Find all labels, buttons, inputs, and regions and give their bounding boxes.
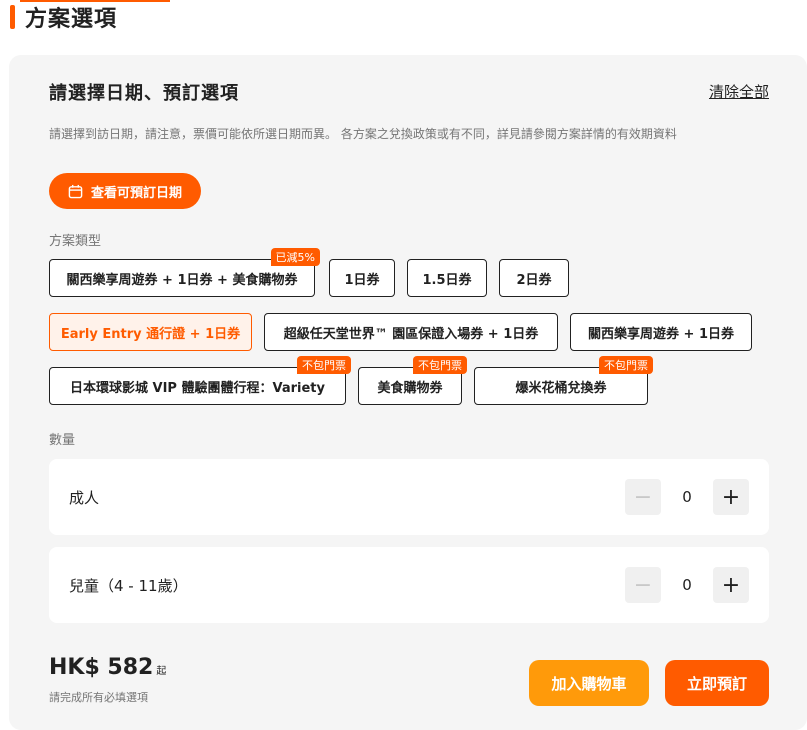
title-accent-bar bbox=[10, 5, 15, 29]
clear-all-link[interactable]: 清除全部 bbox=[709, 81, 769, 102]
increase-button[interactable]: + bbox=[713, 567, 749, 603]
no-ticket-badge: 不包門票 bbox=[297, 356, 351, 374]
discount-badge: 已減5% bbox=[270, 248, 320, 266]
plan-option-1day[interactable]: 1日券 bbox=[329, 259, 395, 297]
section-title-text: 方案選項 bbox=[25, 7, 118, 32]
no-ticket-badge: 不包門票 bbox=[599, 356, 653, 374]
section-title: 方案選項 bbox=[10, 2, 117, 32]
price-note: 請完成所有必填選項 bbox=[49, 691, 148, 704]
options-panel: 請選擇日期、預訂選項 清除全部 請選擇到訪日期，請注意，票價可能依所選日期而異。… bbox=[9, 55, 807, 730]
quantity-label: 數量 bbox=[49, 433, 76, 448]
quantity-stepper: − 0 + bbox=[625, 567, 749, 603]
quantity-row-label: 兒童（4 - 11歲） bbox=[69, 576, 188, 595]
plan-option-kansai-pass-1day-dining[interactable]: 關西樂享周遊券 + 1日券 + 美食購物券 已減5% bbox=[49, 248, 320, 297]
plan-option-vip-tour[interactable]: 日本環球影城 VIP 體驗團體行程：Variety 不包門票 bbox=[49, 356, 351, 405]
no-ticket-badge: 不包門票 bbox=[413, 356, 467, 374]
panel-heading: 請選擇日期、預訂選項 bbox=[49, 83, 239, 104]
quantity-row-child: 兒童（4 - 11歲） − 0 + bbox=[49, 547, 769, 623]
increase-button[interactable]: + bbox=[713, 479, 749, 515]
price-suffix: 起 bbox=[156, 666, 167, 677]
plan-option-2day[interactable]: 2日券 bbox=[499, 259, 569, 297]
quantity-row-adult: 成人 − 0 + bbox=[49, 459, 769, 535]
plan-option-kansai-pass-1day[interactable]: 關西樂享周遊券 + 1日券 bbox=[570, 313, 752, 351]
decrease-button[interactable]: − bbox=[625, 479, 661, 515]
quantity-row-label: 成人 bbox=[69, 488, 100, 507]
quantity-value: 0 bbox=[682, 488, 692, 506]
plan-type-label: 方案類型 bbox=[49, 234, 102, 249]
add-to-cart-button[interactable]: 加入購物車 bbox=[529, 660, 649, 706]
plan-option-early-entry[interactable]: Early Entry 通行證 + 1日券 bbox=[49, 313, 252, 351]
plan-option-nintendo-world[interactable]: 超級任天堂世界™ 園區保證入場券 + 1日券 bbox=[264, 313, 558, 351]
quantity-stepper: − 0 + bbox=[625, 479, 749, 515]
decrease-button[interactable]: − bbox=[625, 567, 661, 603]
plan-option-dining-voucher[interactable]: 美食購物券 不包門票 bbox=[358, 356, 467, 405]
plan-option-1-5day[interactable]: 1.5日券 bbox=[407, 259, 487, 297]
plan-option-popcorn-bucket[interactable]: 爆米花桶兌換券 不包門票 bbox=[474, 356, 653, 405]
book-now-button[interactable]: 立即預訂 bbox=[665, 660, 769, 706]
date-notice: 請選擇到訪日期，請注意，票價可能依所選日期而異。 各方案之兌換政策或有不同，詳見… bbox=[49, 127, 677, 141]
view-dates-button[interactable]: 查看可預訂日期 bbox=[49, 173, 201, 209]
price-display: HK$ 582 起 bbox=[49, 655, 166, 680]
quantity-value: 0 bbox=[682, 576, 692, 594]
view-dates-label: 查看可預訂日期 bbox=[90, 185, 182, 201]
price-amount: HK$ 582 bbox=[49, 655, 154, 680]
calendar-icon bbox=[68, 184, 83, 198]
